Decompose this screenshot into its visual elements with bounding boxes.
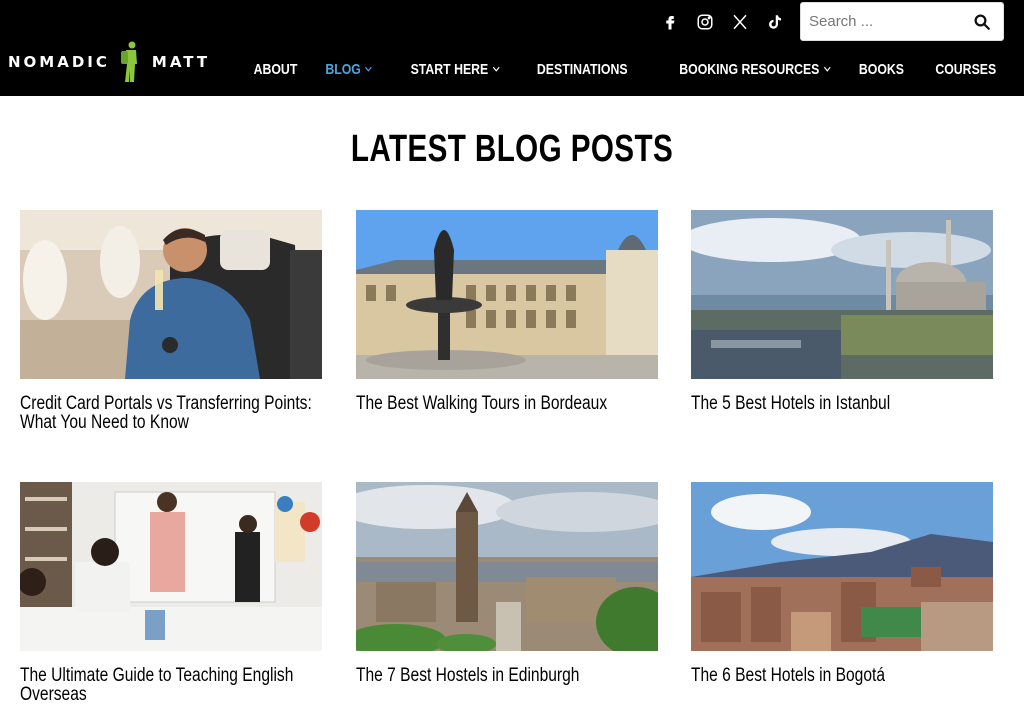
post-title[interactable]: The 7 Best Hostels in Edinburgh (356, 666, 651, 685)
instagram-icon[interactable] (695, 12, 715, 32)
logo-text-left: NOMADIC (8, 53, 110, 71)
nav-item-booking-resources[interactable]: BOOKING RESOURCES (679, 61, 831, 78)
nav-label-booking-resources: BOOKING RESOURCES (679, 60, 820, 78)
nav-item-destinations[interactable]: DESTINATIONS (537, 61, 628, 78)
search-input[interactable] (801, 3, 966, 40)
nav-label-blog: BLOG (325, 60, 362, 78)
tiktok-icon[interactable] (765, 12, 785, 32)
site-logo[interactable]: NOMADIC MATT (8, 40, 210, 84)
facebook-icon[interactable] (660, 12, 680, 32)
chevron-down-icon (365, 66, 373, 72)
backpacker-logo-icon (120, 41, 137, 82)
post-thumbnail-edinburgh-skyline[interactable] (356, 482, 658, 651)
nav-item-start-here[interactable]: START HERE (410, 60, 500, 78)
post-title[interactable]: Credit Card Portals vs Transferring Poin… (20, 394, 315, 432)
blog-post-card[interactable]: The Ultimate Guide to Teaching English O… (20, 482, 322, 704)
nav-label-start-here: START HERE (410, 60, 488, 78)
nav-item-courses[interactable]: COURSES (935, 61, 996, 78)
nav-label-books: BOOKS (858, 60, 904, 78)
social-links (660, 12, 800, 32)
post-title[interactable]: The Ultimate Guide to Teaching English O… (20, 666, 315, 704)
post-thumbnail-man-on-airplane[interactable] (20, 210, 322, 379)
post-title[interactable]: The 5 Best Hotels in Istanbul (691, 394, 986, 413)
blog-post-card[interactable]: The 6 Best Hotels in Bogotá (691, 482, 993, 685)
post-thumbnail-bogota-city[interactable] (691, 482, 993, 651)
chevron-down-icon (823, 66, 831, 72)
post-thumbnail-bordeaux-fountain[interactable] (356, 210, 658, 379)
nav-label-destinations: DESTINATIONS (537, 60, 628, 78)
nav-label-courses: COURSES (935, 60, 996, 78)
x-icon[interactable] (730, 12, 750, 32)
nav-item-about[interactable]: ABOUT (254, 61, 298, 78)
logo-text-right: MATT (151, 53, 211, 71)
post-thumbnail-classroom[interactable] (20, 482, 322, 651)
nav-item-blog[interactable]: BLOG (326, 61, 373, 78)
site-header: NOMADIC MATT ABOUT BLOG START HERE DESTI… (0, 0, 1024, 96)
post-title[interactable]: The Best Walking Tours in Bordeaux (356, 394, 651, 413)
post-thumbnail-istanbul-mosque[interactable] (691, 210, 993, 379)
nav-label-about: ABOUT (253, 60, 298, 78)
blog-post-card[interactable]: Credit Card Portals vs Transferring Poin… (20, 210, 322, 432)
blog-post-card[interactable]: The 5 Best Hotels in Istanbul (691, 210, 993, 413)
chevron-down-icon (492, 66, 500, 72)
search-box (800, 2, 1004, 41)
blog-post-card[interactable]: The 7 Best Hostels in Edinburgh (356, 482, 658, 685)
nav-item-books[interactable]: BOOKS (859, 61, 904, 78)
main-nav: ABOUT BLOG START HERE DESTINATIONS BOOKI… (226, 58, 996, 80)
post-title[interactable]: The 6 Best Hotels in Bogotá (691, 666, 986, 685)
search-icon[interactable] (973, 13, 991, 31)
section-title: LATEST BLOG POSTS (350, 128, 674, 170)
blog-post-card[interactable]: The Best Walking Tours in Bordeaux (356, 210, 658, 413)
